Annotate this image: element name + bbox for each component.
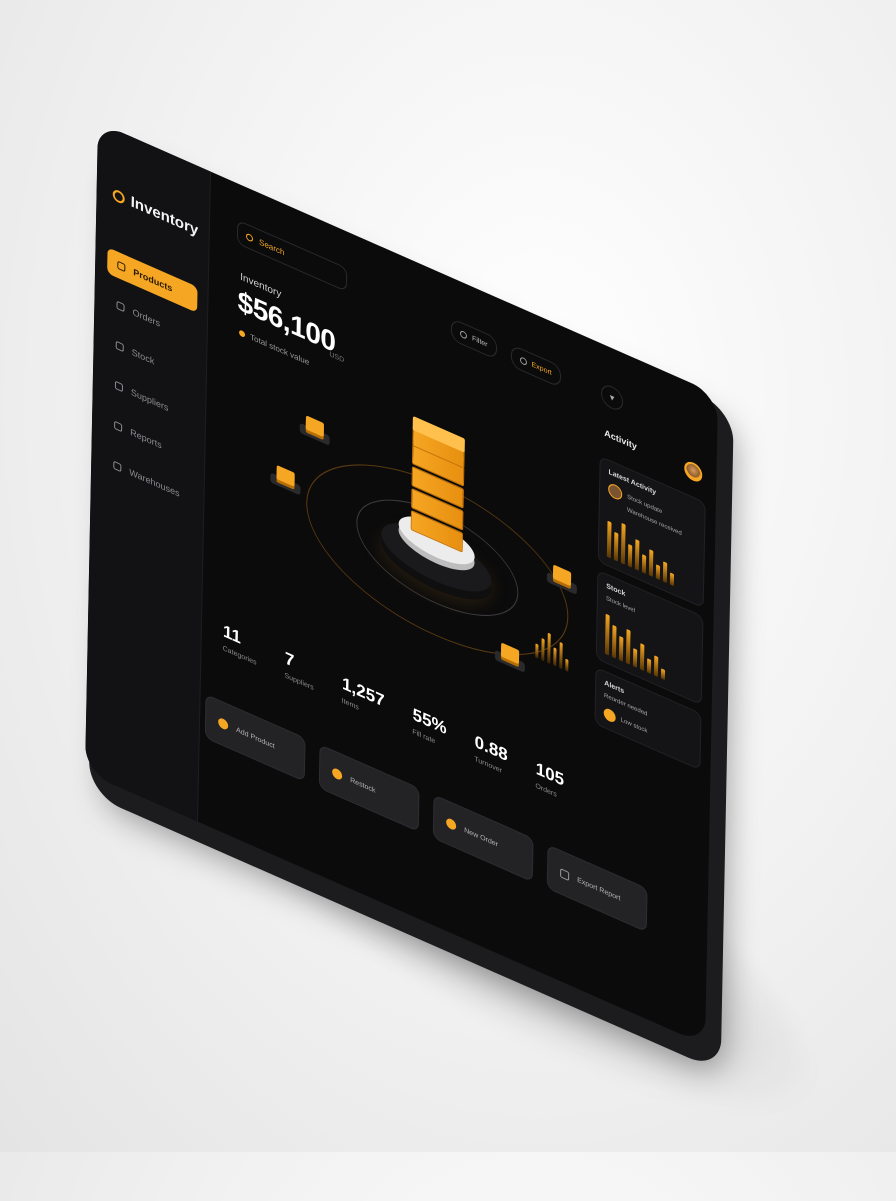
warehouse-icon: [113, 460, 122, 473]
spark-bar: [553, 647, 557, 667]
button-label: Export Report: [577, 876, 621, 903]
right-panel: Activity Latest Activity Stock update Wa…: [594, 414, 706, 771]
chevron-down-icon[interactable]: ▾: [600, 381, 624, 414]
bar: [662, 561, 668, 584]
export-icon: [519, 355, 527, 366]
filter-label: Filter: [471, 334, 488, 349]
export-report-button[interactable]: Export Report: [546, 844, 648, 933]
bar: [632, 648, 638, 668]
bar: [606, 520, 612, 559]
header-actions: Filter Export: [450, 317, 561, 389]
bar: [641, 554, 647, 574]
spark-bar: [565, 658, 569, 672]
bar: [655, 564, 661, 581]
status-dot: [239, 328, 246, 338]
new-order-button[interactable]: New Order: [432, 794, 534, 883]
sidebar-item-label: Reports: [130, 426, 162, 451]
document-icon: [560, 867, 570, 881]
stat-orders: 105 Orders: [535, 759, 564, 802]
brand: Inventory: [112, 185, 199, 240]
stat-suppliers: 7 Suppliers: [284, 648, 314, 692]
app-name: Inventory: [130, 192, 199, 240]
sidebar-item-label: Suppliers: [130, 386, 169, 414]
button-label: New Order: [464, 826, 499, 849]
bar: [604, 613, 610, 656]
button-label: Add Product: [236, 726, 275, 751]
bar: [653, 655, 659, 678]
sidebar-item-label: Products: [133, 266, 173, 294]
logo-icon: [112, 187, 125, 205]
bar: [648, 549, 654, 577]
warning-icon: [603, 706, 616, 724]
filter-icon: [459, 329, 468, 340]
sidebar-item-label: Warehouses: [129, 466, 180, 499]
bar: [613, 531, 619, 562]
search-icon: [245, 232, 254, 243]
export-label: Export: [531, 360, 552, 377]
plus-icon: [218, 716, 229, 732]
stat-fill-rate: 55% Fill rate: [412, 704, 447, 750]
stock-icon: [115, 340, 124, 353]
currency-unit: USD: [329, 350, 345, 365]
refresh-icon: [332, 766, 343, 782]
bar: [620, 522, 626, 565]
bar: [639, 643, 645, 671]
bar: [611, 624, 617, 659]
restock-button[interactable]: Restock: [318, 744, 420, 833]
stat-turnover: 0.88 Turnover: [474, 732, 508, 778]
button-label: Restock: [350, 776, 376, 795]
spark-bar: [541, 638, 545, 662]
filter-button[interactable]: Filter: [450, 317, 497, 360]
add-product-button[interactable]: Add Product: [204, 693, 306, 782]
user-avatar[interactable]: [684, 458, 703, 485]
orders-icon: [116, 300, 125, 313]
sidebar: Inventory Products Orders Stock Supplier…: [85, 122, 211, 822]
bar: [660, 668, 666, 681]
bar: [669, 572, 675, 587]
bar: [646, 658, 652, 674]
sidebar-item-label: Orders: [132, 306, 161, 329]
bar: [618, 635, 624, 662]
search-placeholder: Search: [258, 236, 285, 257]
stat-items: 1,257 Items: [342, 673, 385, 723]
sidebar-nav: Products Orders Stock Suppliers Reports: [103, 247, 198, 527]
spark-bar: [547, 632, 551, 664]
alert-item-label: Low stock: [620, 717, 648, 735]
truck-icon: [114, 380, 124, 393]
stat-categories: 11 Categories: [223, 621, 257, 667]
cart-icon: [446, 816, 457, 832]
bar: [625, 628, 631, 665]
box-icon: [117, 260, 126, 273]
bar: [627, 543, 633, 568]
export-button[interactable]: Export: [510, 343, 561, 389]
sidebar-item-label: Stock: [131, 346, 155, 367]
spark-bar: [559, 641, 563, 670]
scene: Inventory Products Orders Stock Supplier…: [0, 0, 896, 1201]
chart-icon: [114, 420, 123, 433]
right-panel-title: Activity: [604, 427, 637, 452]
spark-bar: [535, 643, 539, 659]
bar: [634, 539, 640, 571]
tablet-device: Inventory Products Orders Stock Supplier…: [85, 122, 718, 1045]
